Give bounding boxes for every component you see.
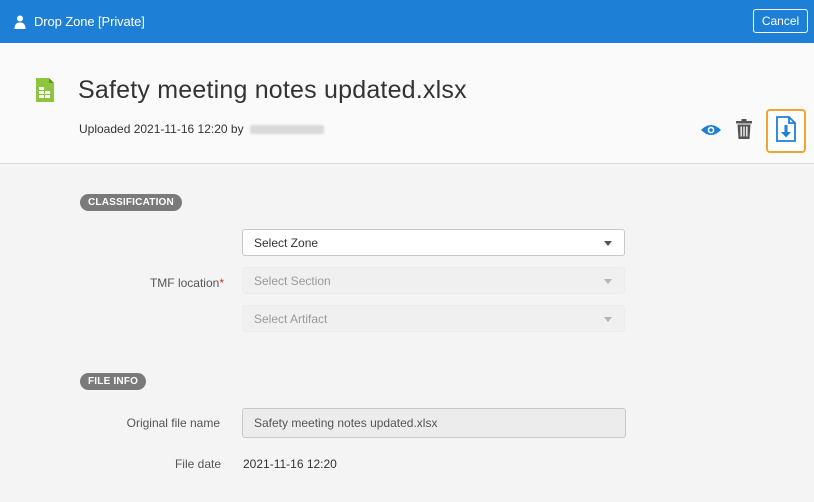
section-select[interactable]: Select Section [242,267,625,294]
section-select-value: Select Section [254,273,331,288]
artifact-select[interactable]: Select Artifact [242,305,625,332]
artifact-select-value: Select Artifact [254,311,328,326]
user-icon [12,14,28,30]
required-marker: * [219,276,224,290]
trash-icon[interactable] [736,119,752,139]
cancel-button[interactable]: Cancel [753,9,808,33]
drop-zone-title: Drop Zone [Private] [34,14,145,29]
xlsx-file-icon [36,78,54,102]
download-button[interactable] [766,109,806,153]
eye-icon[interactable] [700,123,722,137]
original-file-name-label: Original file name [126,416,220,430]
download-icon [776,115,796,147]
chevron-down-icon [604,279,612,284]
chevron-down-icon [604,241,612,246]
zone-select[interactable]: Select Zone [242,229,625,256]
document-header: Safety meeting notes updated.xlsx Upload… [0,43,814,164]
file-info-heading: FILE INFO [80,373,147,390]
uploader-name-redacted [249,125,324,135]
upload-info-text: Uploaded 2021-11-16 12:20 by [79,122,244,136]
chevron-down-icon [604,317,612,322]
file-date-label: File date [174,457,221,471]
upload-info: Uploaded 2021-11-16 12:20 by [79,122,324,136]
tmf-location-label: TMF location* [118,276,224,290]
classification-heading: CLASSIFICATION [80,194,182,211]
zone-select-value: Select Zone [254,235,319,250]
original-file-name-field[interactable] [242,408,626,438]
tmf-location-label-text: TMF location [149,276,220,290]
top-bar: Drop Zone [Private] Cancel [0,0,814,43]
document-title: Safety meeting notes updated.xlsx [78,76,467,104]
file-date-value: 2021-11-16 12:20 [243,457,337,471]
